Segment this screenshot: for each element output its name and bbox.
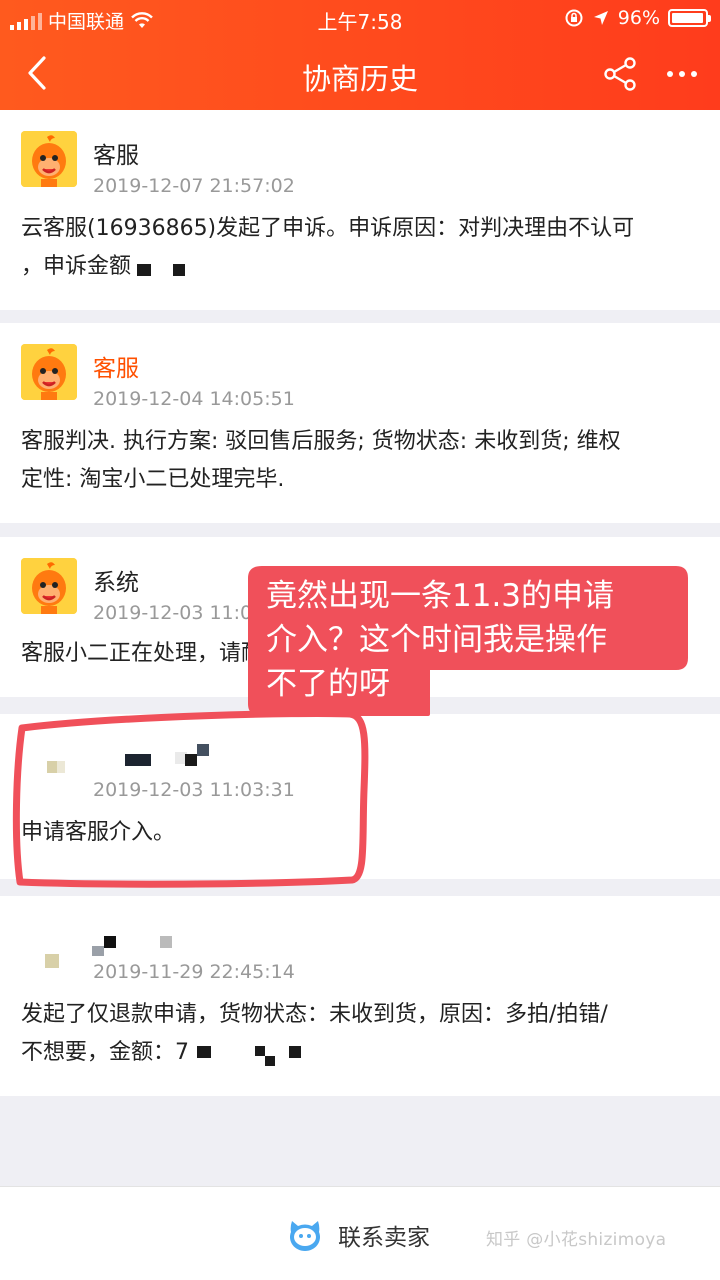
watermark: 知乎 @小花shizimoya <box>486 1230 667 1250</box>
callout-text: 竟然出现一条11.3的申请 介入？这个时间我是操作 不了的呀 <box>266 578 615 702</box>
contact-seller-label: 联系卖家 <box>338 1225 430 1251</box>
highlight-box <box>12 710 369 888</box>
bottom-bar: 联系卖家 知乎 @小花shizimoya <box>0 1186 720 1280</box>
contact-seller-button[interactable]: 联系卖家 <box>286 1217 430 1253</box>
chat-face-icon <box>290 1221 320 1252</box>
annotation-callout: 竟然出现一条11.3的申请 介入？这个时间我是操作 不了的呀 <box>248 566 688 716</box>
